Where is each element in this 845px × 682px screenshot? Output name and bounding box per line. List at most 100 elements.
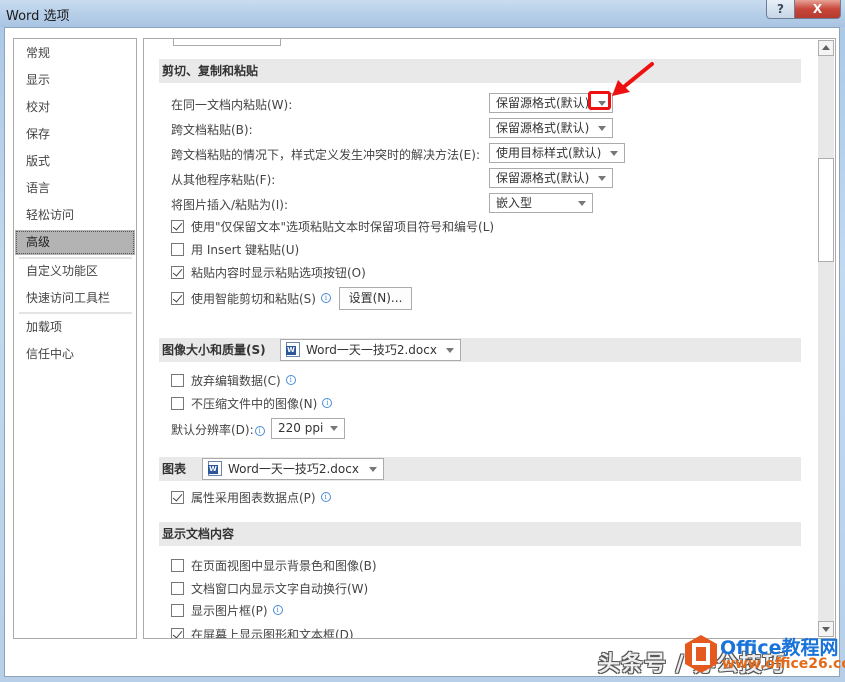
sidebar-item-proofing[interactable]: 校对 — [15, 95, 135, 120]
sidebar-item-advanced[interactable]: 高级 — [15, 230, 135, 255]
chevron-down-icon — [578, 201, 586, 206]
sidebar: 常规 显示 校对 保存 版式 语言 轻松访问 高级 自定义功能区 快速访问工具栏… — [13, 38, 137, 639]
close-icon: X — [812, 2, 823, 16]
checkbox-unchecked[interactable] — [171, 373, 184, 387]
section-show-document-content: 显示文档内容 — [159, 522, 801, 546]
sidebar-item-save[interactable]: 保存 — [15, 122, 135, 147]
insert-paste-pictures-label: 将图片插入/粘贴为(I): — [171, 198, 288, 212]
checkbox-checked[interactable] — [171, 219, 184, 233]
triangle-down-icon — [822, 627, 830, 632]
info-icon[interactable]: i — [254, 426, 265, 436]
default-resolution-value: 220 ppi — [278, 421, 324, 435]
advanced-options-pane: 剪切、复制和粘贴 在同一文档内粘贴(W): 保留源格式(默认) 跨文档粘贴(B)… — [143, 38, 836, 639]
image-quality-document-dropdown[interactable]: Word一天一技巧2.docx — [280, 339, 461, 361]
chevron-down-icon — [610, 151, 618, 156]
wrap-text-in-window-label: 文档窗口内显示文字自动换行(W) — [191, 581, 369, 596]
show-paste-options-label: 粘贴内容时显示粘贴选项按钮(O) — [191, 265, 366, 280]
chart-data-point-properties-label: 属性采用图表数据点(P) — [191, 490, 316, 505]
image-quality-document-value: Word一天一技巧2.docx — [306, 343, 437, 357]
default-resolution-label: 默认分辨率(D): i — [171, 421, 265, 438]
vertical-scrollbar[interactable] — [818, 40, 834, 637]
info-icon[interactable]: i — [322, 398, 333, 408]
keep-bullets-label: 使用"仅保留文本"选项粘贴文本时保留项目符号和编号(L) — [191, 219, 495, 234]
partial-control-above — [173, 39, 281, 46]
paste-within-document-label: 在同一文档内粘贴(W): — [171, 98, 293, 112]
sidebar-item-display[interactable]: 显示 — [15, 68, 135, 93]
do-not-compress-images-label: 不压缩文件中的图像(N) — [191, 396, 318, 411]
sidebar-item-language[interactable]: 语言 — [15, 176, 135, 201]
checkbox-unchecked[interactable] — [171, 603, 184, 617]
chart-data-point-properties-checkbox[interactable]: 属性采用图表数据点(P) i — [171, 488, 331, 506]
smart-cut-paste-label: 使用智能剪切和粘贴(S) — [191, 291, 316, 306]
checkbox-unchecked[interactable] — [171, 581, 184, 595]
show-background-colors-checkbox[interactable]: 在页面视图中显示背景色和图像(B) — [171, 556, 377, 574]
paste-from-other-programs-dropdown[interactable]: 保留源格式(默认) — [489, 168, 613, 188]
chart-document-value: Word一天一技巧2.docx — [228, 462, 359, 476]
default-resolution-dropdown[interactable]: 220 ppi — [271, 418, 345, 439]
settings-button[interactable]: 设置(N)... — [339, 287, 412, 310]
info-icon[interactable]: i — [272, 605, 283, 615]
paste-from-other-programs-label: 从其他程序粘贴(F): — [171, 173, 276, 187]
chevron-down-icon — [598, 176, 606, 181]
close-button[interactable]: X — [794, 0, 841, 19]
paste-between-documents-dropdown[interactable]: 保留源格式(默认) — [489, 118, 613, 138]
sidebar-item-general[interactable]: 常规 — [15, 41, 135, 66]
info-icon[interactable]: i — [285, 375, 296, 385]
info-icon[interactable]: i — [320, 293, 331, 303]
watermark-url: www.office26.com — [722, 656, 845, 672]
checkbox-checked[interactable] — [171, 490, 184, 504]
insert-key-paste-checkbox[interactable]: 用 Insert 键粘贴(U) — [171, 240, 299, 258]
scroll-up-button[interactable] — [818, 40, 834, 56]
checkbox-unchecked[interactable] — [171, 242, 184, 256]
checkbox-unchecked[interactable] — [171, 558, 184, 572]
do-not-compress-images-checkbox[interactable]: 不压缩文件中的图像(N) i — [171, 394, 333, 412]
checkbox-checked[interactable] — [171, 265, 184, 279]
sidebar-item-trust-center[interactable]: 信任中心 — [15, 342, 135, 367]
checkbox-checked[interactable] — [171, 291, 184, 305]
chart-heading: 图表 — [162, 462, 187, 476]
word-document-icon — [286, 342, 300, 357]
style-conflict-label: 跨文档粘贴的情况下，样式定义发生冲突时的解决方法(E): — [171, 148, 480, 162]
discard-editing-data-checkbox[interactable]: 放弃编辑数据(C) i — [171, 371, 296, 389]
show-picture-placeholders-checkbox[interactable]: 显示图片框(P) i — [171, 601, 283, 619]
keep-bullets-checkbox[interactable]: 使用"仅保留文本"选项粘贴文本时保留项目符号和编号(L) — [171, 217, 494, 235]
sidebar-item-add-ins[interactable]: 加载项 — [15, 315, 135, 340]
sidebar-item-customize-ribbon[interactable]: 自定义功能区 — [15, 259, 135, 284]
show-drawings-textboxes-label: 在屏幕上显示图形和文本框(D) — [191, 627, 354, 639]
default-resolution-text: 默认分辨率(D): — [171, 423, 254, 437]
chevron-down-icon — [598, 126, 606, 131]
section-cut-copy-paste: 剪切、复制和粘贴 — [159, 59, 801, 83]
help-button[interactable]: ? — [766, 0, 795, 19]
sidebar-divider — [19, 312, 132, 314]
insert-paste-pictures-dropdown[interactable]: 嵌入型 — [489, 193, 593, 213]
show-paste-options-checkbox[interactable]: 粘贴内容时显示粘贴选项按钮(O) — [171, 263, 366, 281]
sidebar-item-accessibility[interactable]: 轻松访问 — [15, 203, 135, 228]
sidebar-item-quick-access-toolbar[interactable]: 快速访问工具栏 — [15, 286, 135, 311]
paste-between-documents-value: 保留源格式(默认) — [496, 121, 590, 135]
discard-editing-data-label: 放弃编辑数据(C) — [191, 373, 281, 388]
word-document-icon — [208, 461, 222, 476]
chevron-down-icon — [330, 426, 338, 431]
insert-paste-pictures-value: 嵌入型 — [496, 196, 533, 210]
style-conflict-dropdown[interactable]: 使用目标样式(默认) — [489, 143, 625, 163]
window-title: Word 选项 — [6, 9, 70, 24]
checkbox-unchecked[interactable] — [171, 396, 184, 410]
sidebar-item-layout[interactable]: 版式 — [15, 149, 135, 174]
smart-cut-paste-checkbox[interactable]: 使用智能剪切和粘贴(S) i — [171, 289, 331, 307]
paste-within-document-value: 保留源格式(默认) — [496, 96, 590, 110]
chevron-down-icon — [369, 467, 377, 472]
scrollbar-thumb[interactable] — [818, 158, 834, 262]
triangle-up-icon — [822, 45, 830, 50]
checkbox-checked[interactable] — [171, 627, 184, 638]
wrap-text-in-window-checkbox[interactable]: 文档窗口内显示文字自动换行(W) — [171, 579, 368, 597]
show-background-colors-label: 在页面视图中显示背景色和图像(B) — [191, 558, 377, 573]
office-logo-icon — [685, 635, 717, 673]
paste-between-documents-label: 跨文档粘贴(B): — [171, 123, 253, 137]
annotation-arrow-icon — [612, 62, 654, 96]
insert-key-paste-label: 用 Insert 键粘贴(U) — [191, 242, 300, 257]
show-drawings-textboxes-checkbox[interactable]: 在屏幕上显示图形和文本框(D) — [171, 625, 354, 639]
chart-document-dropdown[interactable]: Word一天一技巧2.docx — [202, 458, 384, 480]
info-icon[interactable]: i — [320, 492, 331, 502]
chevron-down-icon — [446, 348, 454, 353]
image-size-quality-heading: 图像大小和质量(S) — [162, 343, 266, 357]
